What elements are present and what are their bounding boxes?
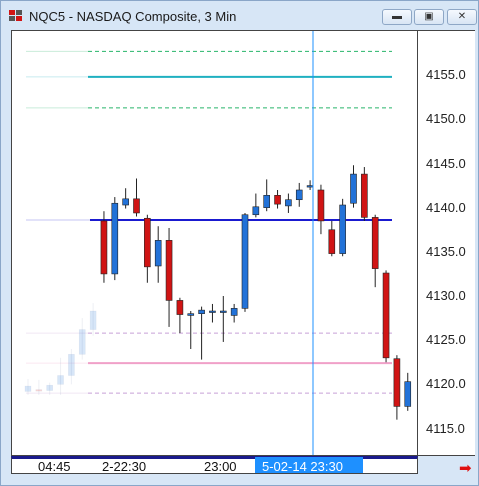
candle-body bbox=[165, 240, 173, 301]
price-label: 4145.0 bbox=[426, 155, 466, 171]
price-label: 4140.0 bbox=[426, 199, 466, 215]
candle-body bbox=[78, 329, 86, 355]
candle-body bbox=[393, 358, 401, 407]
candle-body bbox=[57, 375, 64, 385]
candle-body bbox=[198, 309, 205, 314]
candle-body bbox=[24, 385, 32, 392]
candle-body bbox=[404, 381, 412, 407]
candle-body bbox=[274, 195, 281, 205]
candle-body bbox=[46, 384, 54, 391]
candle-body bbox=[328, 229, 336, 254]
price-label: 4130.0 bbox=[426, 288, 466, 303]
price-label: 4120.0 bbox=[426, 376, 466, 392]
cursor-time-label: 5-02-14 23:30 bbox=[262, 459, 343, 474]
candle-body bbox=[241, 214, 249, 309]
candle-body bbox=[230, 308, 238, 316]
time-label-2: 23:00 bbox=[204, 459, 237, 474]
candle-body bbox=[252, 206, 260, 216]
price-label: 4125.0 bbox=[426, 332, 466, 348]
candle-body bbox=[263, 195, 271, 208]
scroll-right-arrow-icon[interactable]: ➡ bbox=[459, 459, 472, 477]
candle-body bbox=[350, 173, 357, 204]
candle-body bbox=[317, 189, 325, 222]
candle-body bbox=[122, 198, 129, 206]
candle-body bbox=[382, 272, 390, 359]
candle-body bbox=[144, 217, 151, 268]
price-label: 4150.0 bbox=[426, 111, 466, 127]
candle-body bbox=[100, 220, 108, 275]
price-label: 4155.0 bbox=[426, 67, 466, 83]
candle-body bbox=[89, 310, 97, 330]
price-label: 4115.0 bbox=[426, 420, 465, 436]
candle-body bbox=[371, 217, 379, 269]
candle-body bbox=[176, 300, 184, 315]
candle-body bbox=[187, 313, 195, 316]
candle-body bbox=[220, 310, 227, 313]
candle-body bbox=[133, 198, 140, 214]
candle-body bbox=[295, 189, 303, 201]
candle-body bbox=[306, 185, 314, 188]
candle-body bbox=[111, 202, 119, 275]
candle-body bbox=[154, 240, 162, 267]
candle-body bbox=[285, 199, 292, 207]
time-label-1: 2-22:30 bbox=[102, 459, 147, 474]
candlestick-chart bbox=[24, 31, 412, 455]
price-label: 4135.0 bbox=[426, 243, 466, 259]
candle-body bbox=[35, 389, 43, 392]
candle-body bbox=[209, 310, 216, 313]
candle-body bbox=[361, 173, 368, 218]
time-label-0: 04:45 bbox=[38, 459, 71, 474]
candle-body bbox=[68, 353, 75, 376]
candle-body bbox=[339, 204, 346, 254]
